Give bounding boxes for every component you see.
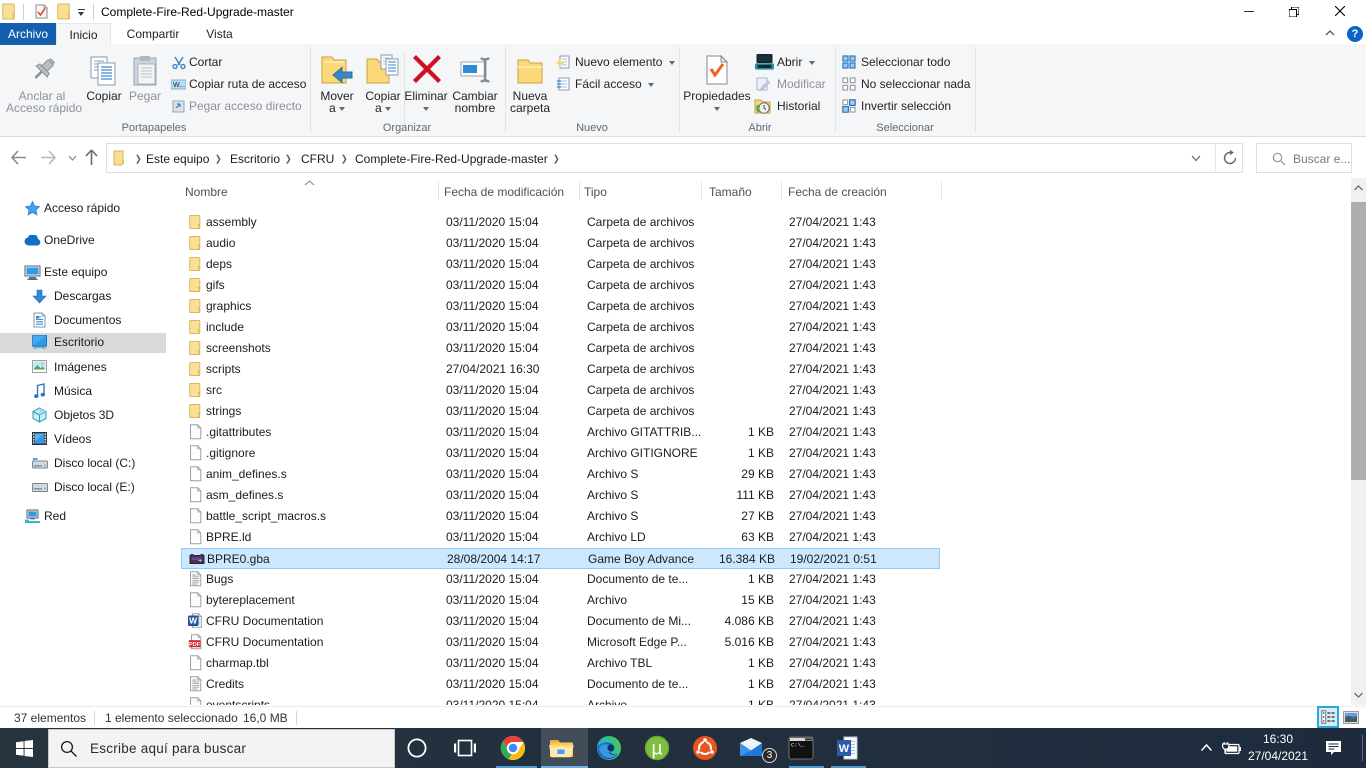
svg-text:C:\_: C:\_ [791, 742, 805, 749]
svg-text:W: W [839, 743, 850, 755]
svg-text:W...: W... [173, 82, 185, 89]
svg-text:µ: µ [652, 739, 663, 760]
